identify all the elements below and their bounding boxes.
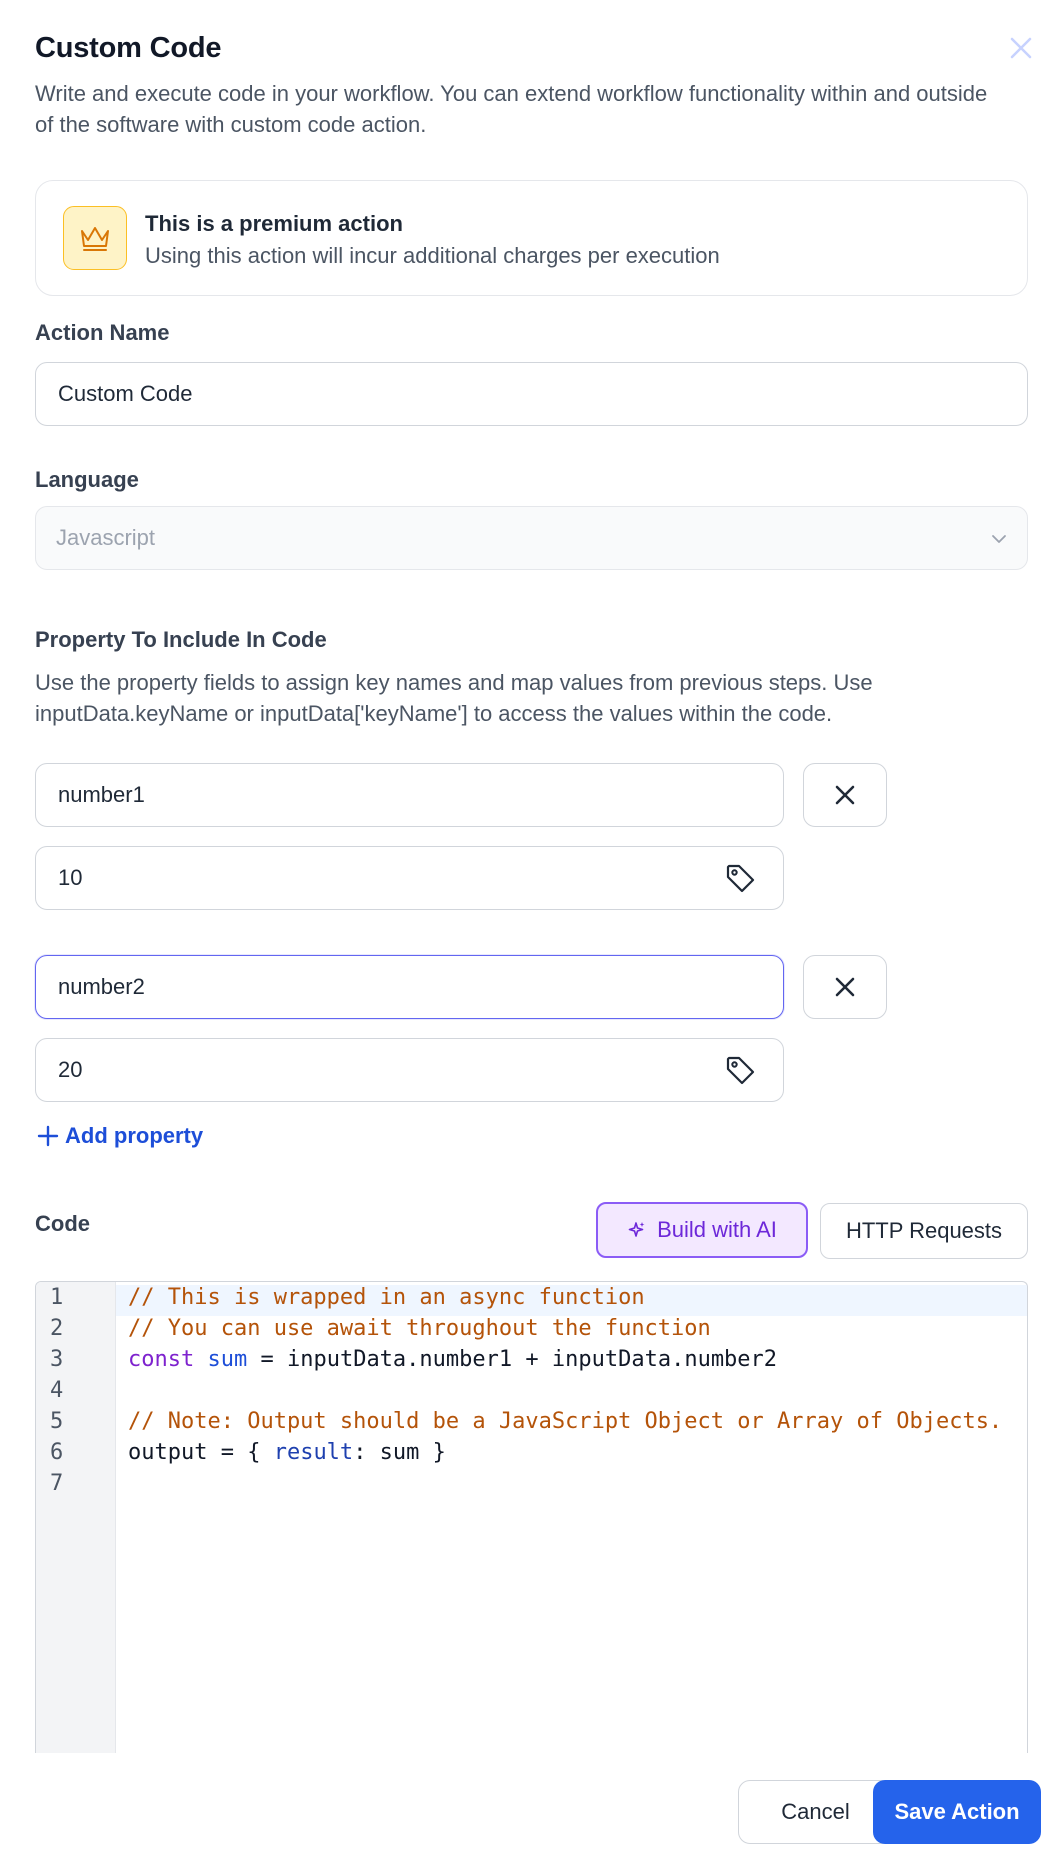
close-icon	[835, 977, 855, 997]
code-line: // Note: Output should be a JavaScript O…	[128, 1409, 1003, 1434]
property-key-input[interactable]: number2	[35, 955, 784, 1019]
crown-icon	[63, 206, 127, 270]
add-property-label: Add property	[65, 1123, 204, 1148]
property-key-value: number1	[58, 782, 145, 807]
line-number: 4	[50, 1378, 64, 1403]
http-requests-label: HTTP Requests	[845, 1218, 1003, 1243]
premium-notice: This is a premium action Using this acti…	[35, 180, 1028, 296]
premium-subtitle: Using this action will incur additional …	[145, 243, 720, 268]
sparkle-icon	[628, 1222, 645, 1237]
code-line: // You can use await throughout the func…	[128, 1316, 711, 1341]
action-name-input[interactable]: Custom Code	[35, 362, 1028, 426]
line-number: 3	[50, 1347, 64, 1372]
build-with-ai-label: Build with AI	[657, 1217, 777, 1242]
save-action-label: Save Action	[894, 1799, 1020, 1824]
property-value: 10	[58, 865, 83, 890]
language-select[interactable]: Javascript	[35, 506, 1028, 570]
property-value: 20	[58, 1057, 83, 1082]
line-number: 1	[50, 1285, 64, 1310]
chevron-down-icon	[992, 535, 1006, 543]
property-label: Property To Include In Code	[35, 627, 327, 652]
line-number: 7	[50, 1471, 64, 1496]
action-name-label: Action Name	[35, 320, 170, 345]
language-value: Javascript	[56, 525, 156, 550]
code-editor[interactable]: 1 2 3 4 5 6 7 // This is wrapped in an a…	[35, 1281, 1028, 1753]
build-with-ai-button[interactable]: Build with AI	[596, 1202, 808, 1258]
code-line: output = { result: sum }	[128, 1440, 446, 1465]
tag-icon[interactable]	[725, 863, 757, 895]
save-action-button[interactable]: Save Action	[873, 1780, 1041, 1844]
line-number: 5	[50, 1409, 64, 1434]
tag-icon[interactable]	[725, 1055, 757, 1087]
remove-property-button[interactable]	[803, 955, 887, 1019]
remove-property-button[interactable]	[803, 763, 887, 827]
plus-icon	[37, 1125, 59, 1147]
property-value-input[interactable]: 10	[35, 846, 784, 910]
property-value-input[interactable]: 20	[35, 1038, 784, 1102]
property-help-text: Use the property fields to assign key na…	[35, 670, 873, 726]
close-icon	[835, 785, 855, 805]
cancel-label: Cancel	[781, 1799, 850, 1824]
cancel-button[interactable]: Cancel	[738, 1780, 893, 1844]
line-number: 2	[50, 1316, 64, 1341]
code-line: const sum = inputData.number1 + inputDat…	[128, 1347, 778, 1372]
close-icon[interactable]	[1006, 33, 1036, 63]
dialog-description: Write and execute code in your workflow.…	[35, 81, 988, 137]
property-key-value: number2	[58, 974, 145, 999]
property-key-input[interactable]: number1	[35, 763, 784, 827]
action-name-value: Custom Code	[58, 381, 193, 406]
line-number-gutter	[36, 1282, 116, 1753]
code-label: Code	[35, 1211, 90, 1236]
dialog-title: Custom Code	[35, 32, 222, 64]
language-label: Language	[35, 467, 139, 492]
premium-title: This is a premium action	[145, 211, 403, 236]
http-requests-button[interactable]: HTTP Requests	[820, 1203, 1028, 1259]
line-number: 6	[50, 1440, 64, 1465]
code-line: // This is wrapped in an async function	[128, 1285, 645, 1310]
add-property-button[interactable]: Add property	[37, 1123, 203, 1149]
custom-code-dialog: Custom Code Write and execute code in yo…	[0, 0, 1056, 1876]
